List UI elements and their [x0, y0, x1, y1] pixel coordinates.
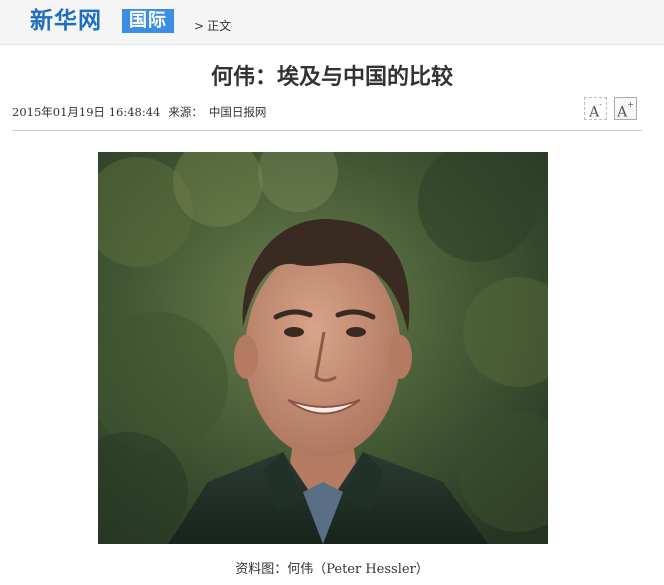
article-photo: [98, 152, 548, 544]
top-navigation-bar: 新华网 国际 > 正文: [0, 0, 664, 45]
portrait-illustration: [98, 152, 548, 544]
photo-caption: 资料图：何伟（Peter Hessler）: [235, 562, 429, 577]
source-label: 来源：: [168, 105, 203, 119]
breadcrumb-current: 正文: [207, 19, 232, 33]
font-larger-mark: +: [627, 100, 634, 109]
source-name: 中国日报网: [208, 105, 267, 119]
font-smaller-mark: -: [599, 100, 602, 109]
font-smaller-button[interactable]: A-: [584, 97, 607, 121]
font-larger-button[interactable]: A+: [614, 97, 637, 121]
header-divider: [12, 130, 642, 131]
breadcrumb-arrow-icon: >: [194, 19, 205, 33]
article-meta: 2015年01月19日 16:48:44 来源： 中国日报网: [12, 104, 266, 120]
article-title: 何伟：埃及与中国的比较: [210, 64, 453, 90]
font-smaller-label: A: [589, 104, 600, 121]
publish-datetime: 2015年01月19日 16:48:44: [12, 105, 161, 119]
xinhuanet-logo[interactable]: 新华网: [30, 7, 102, 35]
channel-label-international[interactable]: 国际: [122, 9, 174, 33]
font-larger-label: A: [617, 104, 628, 121]
breadcrumb: > 正文: [194, 18, 231, 34]
